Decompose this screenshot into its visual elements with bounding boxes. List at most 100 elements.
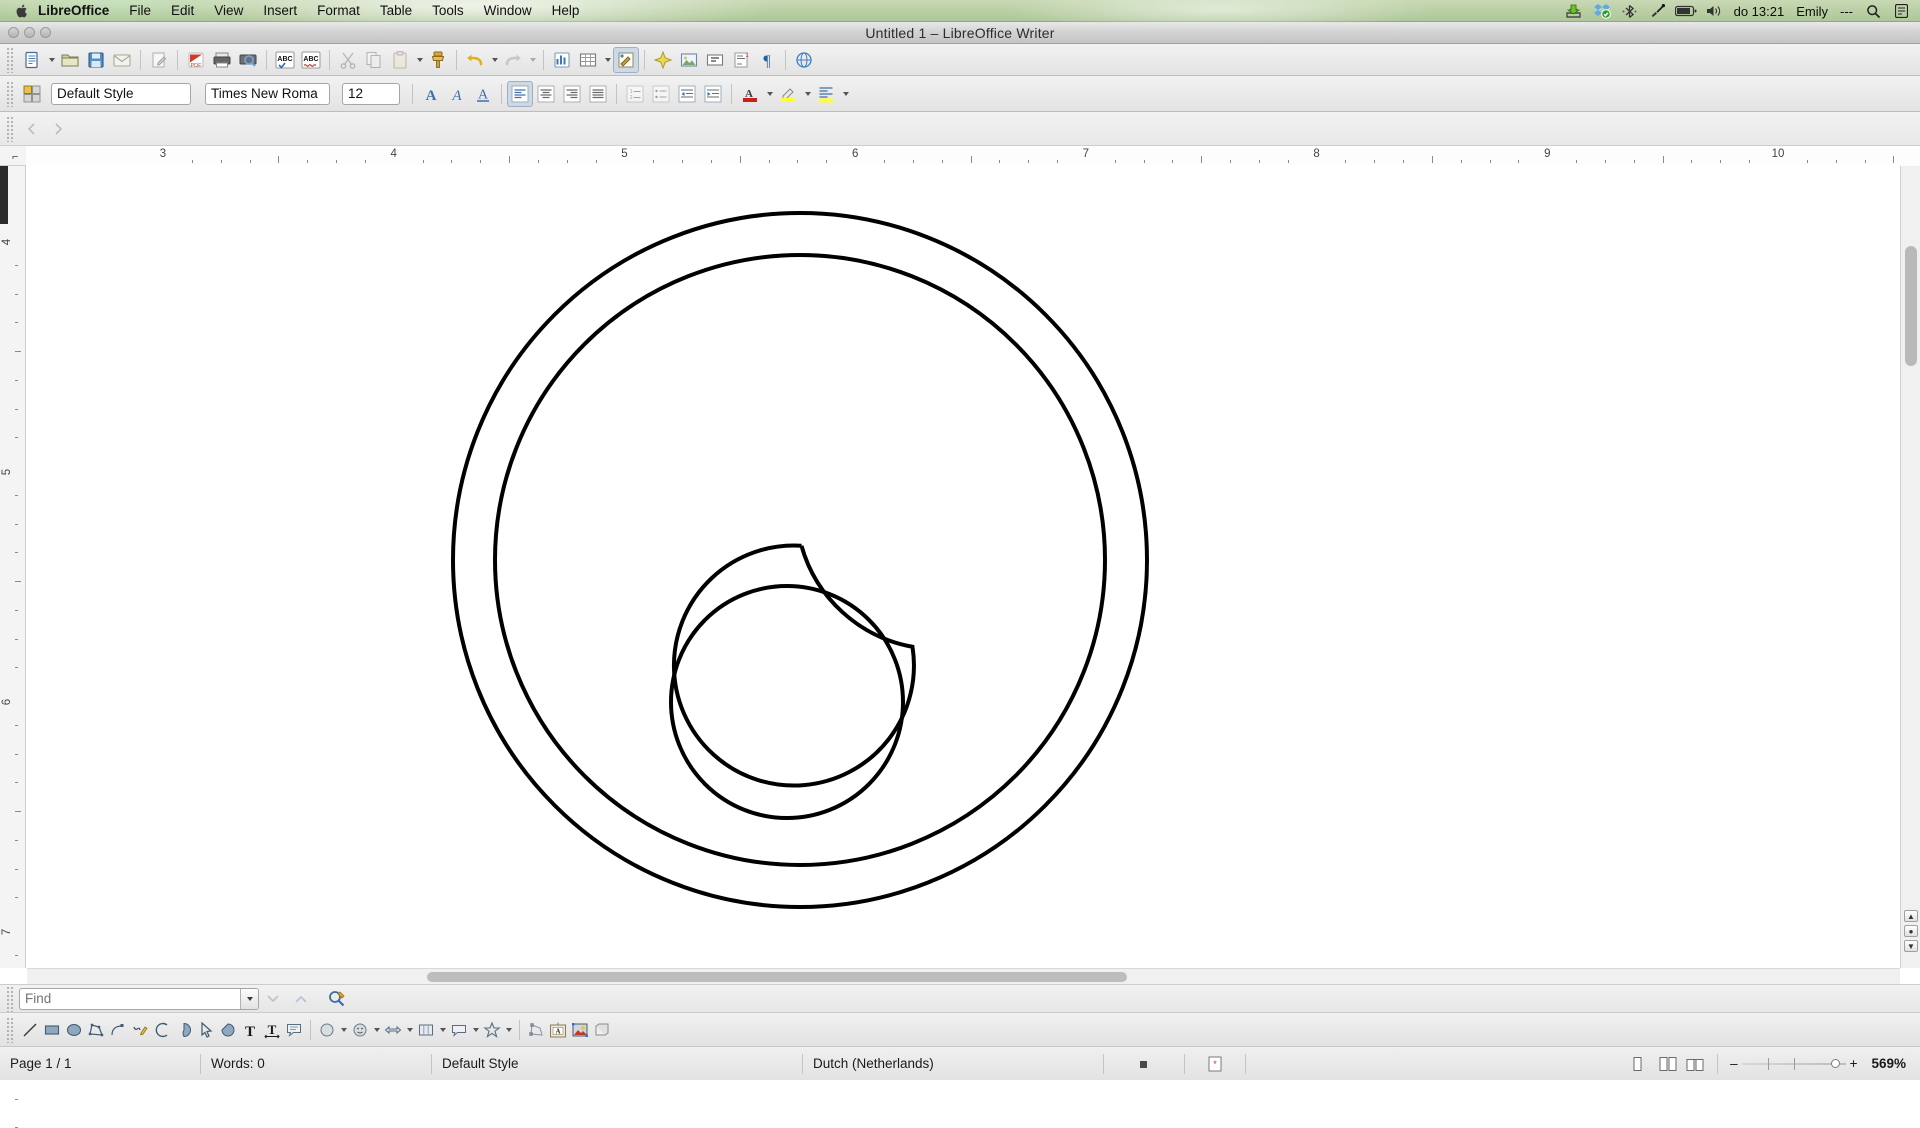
outer-circle[interactable] xyxy=(453,213,1147,907)
sidebar-grid-icon[interactable] xyxy=(19,81,45,107)
menu-window[interactable]: Window xyxy=(474,0,542,22)
paragraph-style-status[interactable]: Default Style xyxy=(432,1053,802,1075)
navigate-forward-button[interactable] xyxy=(45,116,71,142)
draw-toolbar-drag-handle[interactable] xyxy=(6,1017,15,1043)
upper-right-circle-with-notch[interactable] xyxy=(674,546,914,786)
flowchart-caret[interactable] xyxy=(437,1017,448,1043)
select-tool[interactable] xyxy=(195,1017,217,1043)
callout-tool[interactable] xyxy=(283,1017,305,1043)
vertical-ruler[interactable]: 4567 xyxy=(0,166,26,968)
freeform-line-tool[interactable] xyxy=(129,1017,151,1043)
find-combo[interactable] xyxy=(19,988,259,1010)
align-center-button[interactable] xyxy=(533,81,559,107)
menu-view[interactable]: View xyxy=(204,0,253,22)
single-page-view-icon[interactable] xyxy=(1620,1053,1655,1075)
redo-dropdown[interactable] xyxy=(526,47,538,73)
highlighting-color-button[interactable] xyxy=(775,81,801,107)
insert-hyperlink-button[interactable] xyxy=(791,47,817,73)
horizontal-scroll-thumb[interactable] xyxy=(427,972,1127,982)
multi-page-view-icon[interactable] xyxy=(1655,1053,1682,1075)
flowchart-dropdown-tool[interactable] xyxy=(415,1017,437,1043)
clone-formatting-button[interactable] xyxy=(425,47,451,73)
paste-dropdown[interactable] xyxy=(413,47,425,73)
paragraph-background-button[interactable] xyxy=(813,81,839,107)
vertical-scroll-thumb[interactable] xyxy=(1905,246,1917,366)
language-status[interactable]: Dutch (Netherlands) xyxy=(803,1053,1103,1075)
page-status[interactable]: Page 1 / 1 xyxy=(0,1053,200,1075)
menu-help[interactable]: Help xyxy=(542,0,590,22)
horizontal-ruler[interactable]: ⌐ 345678910 xyxy=(0,146,1920,166)
zoom-in-button[interactable]: + xyxy=(1846,1053,1862,1075)
paragraph-background-dropdown[interactable] xyxy=(839,81,851,107)
zoom-out-button[interactable]: – xyxy=(1726,1053,1742,1075)
basic-shapes-dropdown-tool[interactable] xyxy=(316,1017,338,1043)
horizontal-scrollbar[interactable] xyxy=(27,968,1900,984)
insert-text-box-button[interactable] xyxy=(702,47,728,73)
paragraph-style-input[interactable] xyxy=(52,84,191,104)
font-color-button[interactable]: A xyxy=(737,81,763,107)
menu-app-name[interactable]: LibreOffice xyxy=(30,0,119,22)
italic-button[interactable]: A xyxy=(444,81,470,107)
find-toolbar-drag-handle[interactable] xyxy=(6,986,15,1012)
new-document-button[interactable] xyxy=(19,47,45,73)
basic-shapes-caret[interactable] xyxy=(338,1017,349,1043)
nav-drag-handle[interactable] xyxy=(6,116,15,142)
align-right-button[interactable] xyxy=(559,81,585,107)
bluetooth-icon[interactable] xyxy=(1619,0,1641,22)
stars-caret[interactable] xyxy=(503,1017,514,1043)
line-tool[interactable] xyxy=(19,1017,41,1043)
spotlight-search-icon[interactable] xyxy=(1862,0,1884,22)
word-count-status[interactable]: Words: 0 xyxy=(201,1053,431,1075)
bold-button[interactable]: A xyxy=(418,81,444,107)
arc-tool[interactable] xyxy=(151,1017,173,1043)
symbol-shapes-dropdown-tool[interactable] xyxy=(349,1017,371,1043)
find-replace-icon[interactable] xyxy=(325,987,349,1011)
zoom-slider[interactable] xyxy=(1742,1054,1846,1074)
page-area[interactable] xyxy=(27,166,1900,968)
menu-file[interactable]: File xyxy=(119,0,161,22)
zoom-slider-knob[interactable] xyxy=(1831,1059,1840,1068)
menu-table[interactable]: Table xyxy=(370,0,422,22)
eyedropper-icon[interactable] xyxy=(1647,0,1669,22)
open-document-button[interactable] xyxy=(57,47,83,73)
font-name-combo[interactable] xyxy=(205,83,330,105)
insert-chart-button[interactable] xyxy=(549,47,575,73)
circle-pie-tool[interactable] xyxy=(173,1017,195,1043)
redo-button[interactable] xyxy=(500,47,526,73)
dropbox-icon[interactable] xyxy=(1591,0,1613,22)
edit-points-tool[interactable] xyxy=(525,1017,547,1043)
undo-button[interactable] xyxy=(462,47,488,73)
spelling-button[interactable]: ABC xyxy=(272,47,298,73)
copy-button[interactable] xyxy=(361,47,387,73)
menu-format[interactable]: Format xyxy=(307,0,370,22)
font-name-input[interactable] xyxy=(206,84,330,104)
decrease-indent-button[interactable] xyxy=(674,81,700,107)
insert-table-button[interactable] xyxy=(575,47,601,73)
highlighting-color-dropdown[interactable] xyxy=(801,81,813,107)
increase-indent-button[interactable] xyxy=(700,81,726,107)
menubar-user[interactable]: Emily xyxy=(1796,4,1828,19)
insert-footnote-button[interactable]: 1 xyxy=(728,47,754,73)
insert-image-button[interactable] xyxy=(676,47,702,73)
tab-stop-icon[interactable]: ⌐ xyxy=(12,151,18,163)
volume-icon[interactable] xyxy=(1703,0,1725,22)
print-preview-button[interactable] xyxy=(235,47,261,73)
ellipse-tool[interactable] xyxy=(63,1017,85,1043)
underline-button[interactable]: A xyxy=(470,81,496,107)
zoom-level[interactable]: 569% xyxy=(1861,1053,1920,1075)
print-document-button[interactable] xyxy=(209,47,235,73)
inner-circle[interactable] xyxy=(495,255,1105,865)
new-document-dropdown[interactable] xyxy=(45,47,57,73)
fontwork-gallery-tool[interactable]: A xyxy=(547,1017,569,1043)
document-canvas[interactable] xyxy=(27,166,1900,968)
align-justify-button[interactable] xyxy=(585,81,611,107)
export-pdf-button[interactable]: PDF xyxy=(183,47,209,73)
rectangle-tool[interactable] xyxy=(41,1017,63,1043)
navigation-button[interactable]: ● xyxy=(1904,925,1918,937)
stars-dropdown-tool[interactable] xyxy=(481,1017,503,1043)
save-document-button[interactable] xyxy=(83,47,109,73)
vertical-text-tool[interactable]: T xyxy=(261,1017,283,1043)
paragraph-style-combo[interactable] xyxy=(51,83,191,105)
insert-image-file-tool[interactable] xyxy=(569,1017,591,1043)
battery-icon[interactable] xyxy=(1675,0,1697,22)
